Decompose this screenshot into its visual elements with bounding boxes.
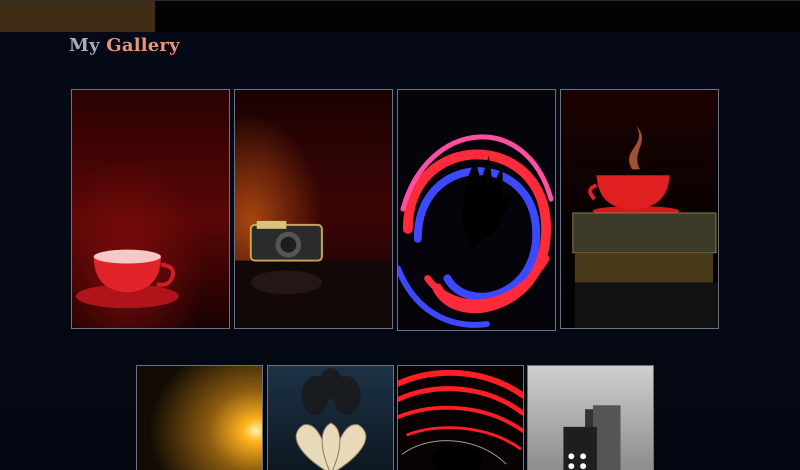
vintage-camera-photo xyxy=(235,90,392,328)
steaming-cup-on-books-photo xyxy=(561,90,718,328)
gallery-thumbnail-golden-light-glow[interactable] xyxy=(136,365,263,470)
gallery-thumbnail-dominoes-black-white[interactable] xyxy=(527,365,654,470)
book-page-flower-photo xyxy=(268,366,393,470)
top-bar xyxy=(0,0,800,32)
light-painting-hand-photo xyxy=(398,90,555,330)
gallery-thumbnail-red-tea-cup[interactable] xyxy=(71,89,230,329)
page-title-word-my: My xyxy=(69,35,100,56)
top-bar-accent xyxy=(0,1,155,32)
red-light-trails-photo xyxy=(398,366,523,470)
page-title: My Gallery xyxy=(69,35,180,56)
gallery-thumbnail-light-painting-hand[interactable] xyxy=(397,89,556,331)
dominoes-black-white-photo xyxy=(528,366,653,470)
golden-light-glow-photo xyxy=(137,366,262,470)
gallery-thumbnail-red-light-trails[interactable] xyxy=(397,365,524,470)
gallery-thumbnail-book-page-flower[interactable] xyxy=(267,365,394,470)
page-title-word-gallery: Gallery xyxy=(106,35,180,56)
gallery-thumbnail-steaming-cup-on-books[interactable] xyxy=(560,89,719,329)
red-tea-cup-photo xyxy=(72,90,229,328)
gallery-thumbnail-vintage-camera[interactable] xyxy=(234,89,393,329)
